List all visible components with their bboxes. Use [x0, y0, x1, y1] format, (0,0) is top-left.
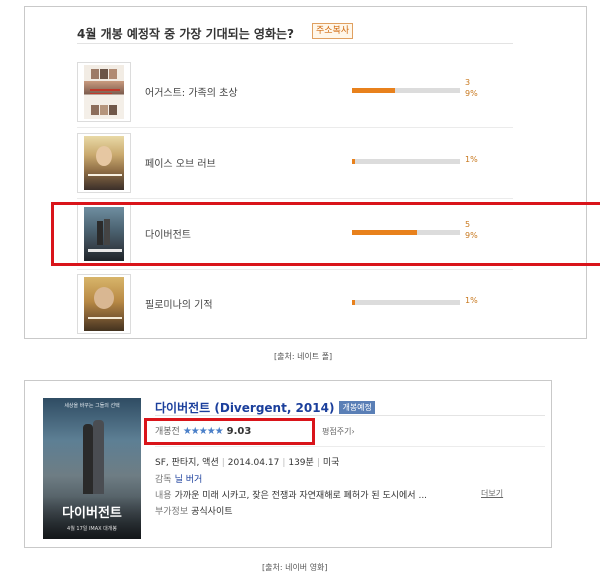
vote-bar [352, 88, 460, 93]
poster-title: 다이버전트 [62, 506, 122, 521]
poster-footer: 4월 17일 IMAX 대개봉 [67, 526, 117, 532]
rating-value: 9.03 [226, 426, 252, 437]
extra-info-line: 부가정보 공식사이트 [155, 504, 233, 517]
rating-label: 개봉전 [155, 427, 180, 437]
source-caption: [출처: 네이트 폴] [274, 352, 333, 361]
source-caption: [출처: 네이버 영화] [262, 563, 328, 572]
vote-bar-fill [352, 88, 396, 93]
country: 미국 [322, 458, 340, 468]
vote-bar [352, 230, 460, 235]
vote-bar [352, 159, 460, 164]
director-line: 감독 닐 버거 [155, 472, 202, 485]
copy-address-button[interactable]: 주소복사 [312, 23, 354, 39]
poll-option-august[interactable]: 어거스트: 가족의 초상 3 9% [25, 57, 586, 127]
more-link[interactable]: 더보기 [481, 488, 503, 499]
poster-thumbnail [77, 133, 131, 193]
divider [77, 43, 513, 44]
poll-panel: 4월 개봉 예정작 중 가장 기대되는 영화는? 주소복사 어거스트: 가족의 [24, 6, 600, 339]
rating-row: 개봉전 ★★★★★ 9.03 [155, 424, 251, 440]
divider [155, 415, 545, 416]
vote-percent: 9% [465, 89, 478, 98]
poster-thumbnail [77, 274, 131, 334]
vote-percent: 1% [465, 155, 478, 164]
rate-movie-link[interactable]: 평점주기› [322, 426, 355, 437]
divider [155, 446, 545, 447]
movie-poster[interactable]: 세상을 바꾸는 그들의 선택 다이버전트 4월 17일 IMAX 대개봉 [43, 398, 141, 539]
release-status-badge: 개봉예정 [339, 401, 375, 414]
vote-bar [352, 300, 460, 305]
poll-title: 4월 개봉 예정작 중 가장 기대되는 영화는? [77, 27, 295, 41]
movie-heading: 다이버전트 (Divergent, 2014) 개봉예정 [155, 397, 375, 416]
director-label: 감독 [155, 475, 172, 485]
poster-thumbnail [77, 204, 131, 264]
movie-title[interactable]: 필로미나의 기적 [145, 296, 213, 311]
vote-bar-fill [352, 230, 417, 235]
movie-title[interactable]: 페이스 오브 러브 [145, 155, 216, 170]
movie-title-link[interactable]: 다이버전트 (Divergent, 2014) [155, 401, 334, 415]
vote-bar-fill [352, 300, 356, 305]
official-site-link[interactable]: 공식사이트 [191, 507, 232, 517]
vote-percent: 1% [465, 296, 478, 305]
poll-option-face-of-love[interactable]: 페이스 오브 러브 1% [25, 128, 586, 198]
synopsis: 가까운 미래 시카고, 잦은 전쟁과 자연재해로 폐허가 된 도시에서 ... [174, 491, 428, 501]
vote-count: 5 [465, 220, 471, 229]
poster-thumbnail [77, 62, 131, 122]
vote-percent: 9% [465, 231, 478, 240]
director-link[interactable]: 닐 버거 [175, 475, 203, 485]
movie-meta: SF, 판타지, 액션 | 2014.04.17 | 139분 | 미국 [155, 458, 340, 468]
release-date: 2014.04.17 [227, 458, 280, 468]
poster-tagline: 세상을 바꾸는 그들의 선택 [64, 403, 120, 409]
movie-title[interactable]: 어거스트: 가족의 초상 [145, 84, 238, 99]
vote-bar-fill [352, 159, 356, 164]
content-label: 내용 [155, 491, 172, 501]
runtime: 139분 [288, 458, 314, 468]
vote-count: 3 [465, 78, 471, 87]
content-line: 내용 가까운 미래 시카고, 잦은 전쟁과 자연재해로 폐허가 된 도시에서 ..… [155, 488, 427, 501]
extra-info-label: 부가정보 [155, 507, 189, 517]
poll-option-philomena[interactable]: 필로미나의 기적 1% [25, 269, 586, 339]
movie-title[interactable]: 다이버전트 [145, 226, 191, 241]
genres: SF, 판타지, 액션 [155, 458, 219, 468]
star-rating-icon: ★★★★★ [182, 426, 224, 437]
poll-option-divergent[interactable]: 다이버전트 5 9% [25, 199, 586, 269]
movie-info-panel: 세상을 바꾸는 그들의 선택 다이버전트 4월 17일 IMAX 대개봉 다이버… [24, 380, 552, 548]
